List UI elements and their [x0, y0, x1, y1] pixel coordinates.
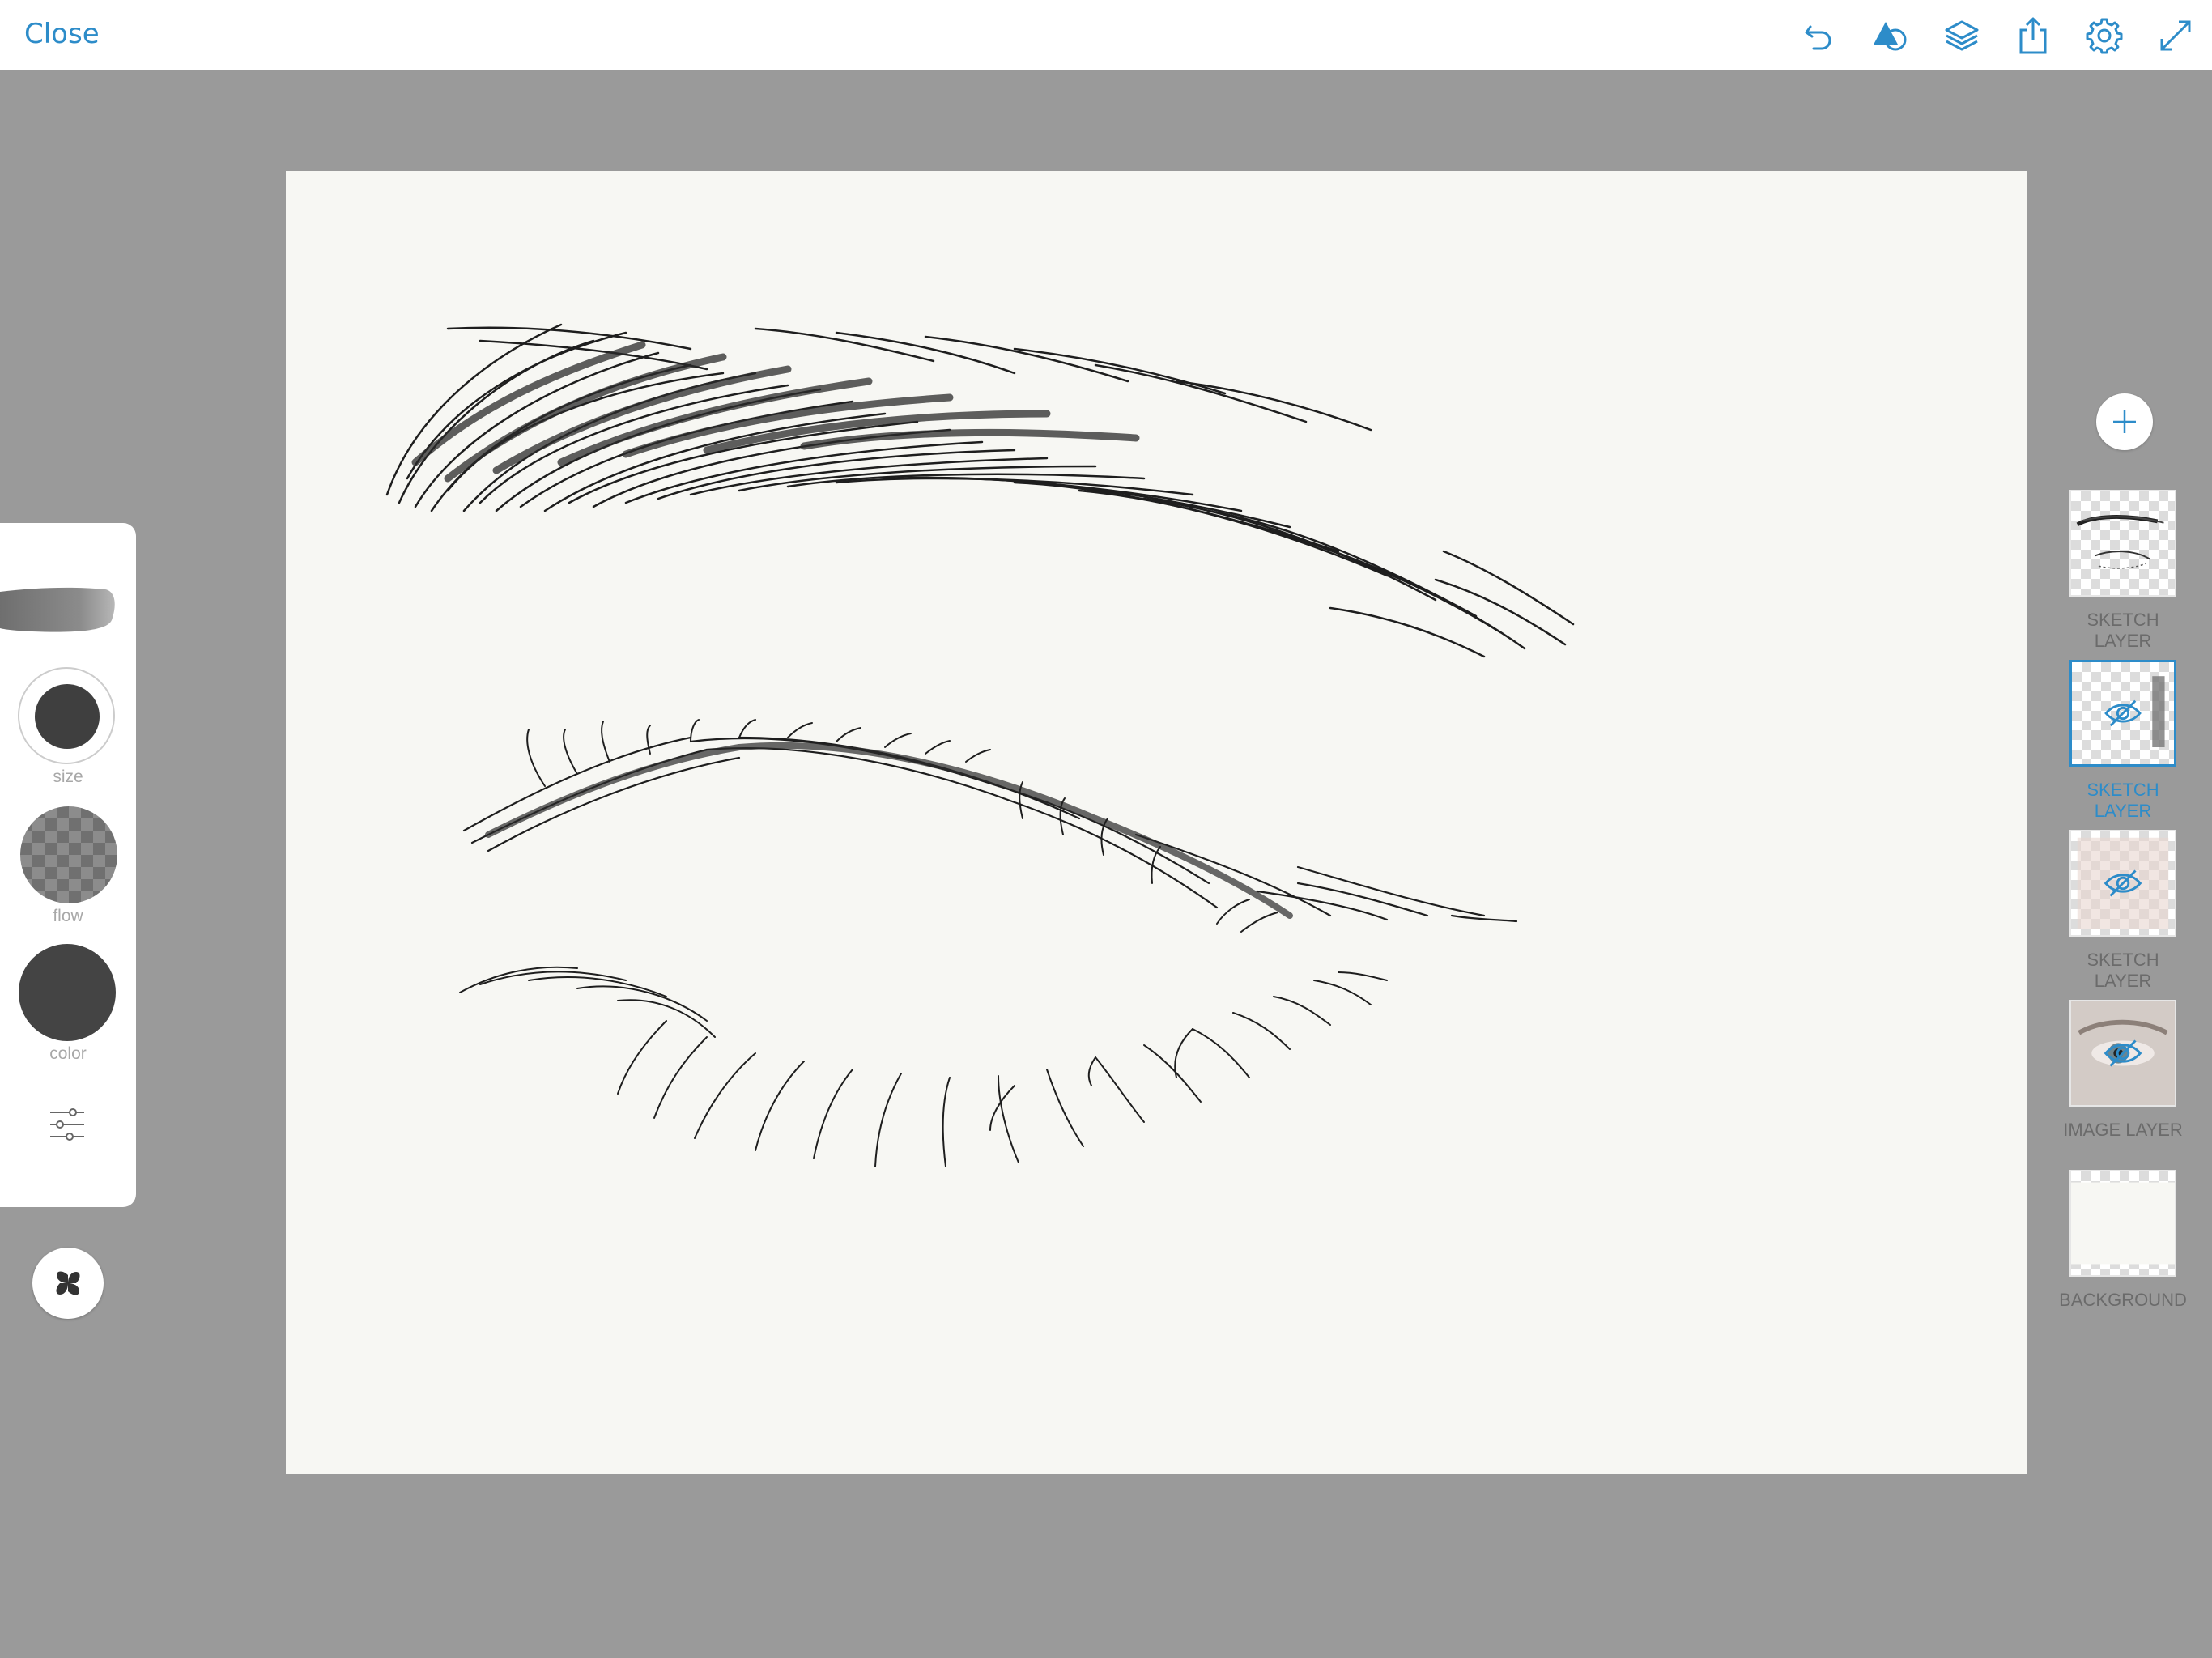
color-label: color [49, 1044, 87, 1063]
drawing-canvas[interactable] [286, 171, 2027, 1474]
brush-size-indicator [35, 684, 100, 749]
undo-icon[interactable] [1799, 15, 1840, 56]
upper-lash-shading [485, 742, 1293, 919]
eye-sketch-artwork [385, 323, 1575, 1167]
layer-thumbnail-sketch-2[interactable] [2069, 660, 2176, 767]
layer-label-4: IMAGE LAYER [2063, 1120, 2183, 1140]
lower-lash-strokes [459, 966, 1388, 1167]
layer-thumbnail-sketch-1[interactable] [2069, 490, 2176, 597]
layers-icon[interactable] [1942, 15, 1982, 56]
shapes-icon[interactable] [1870, 15, 1911, 56]
hidden-eye-icon[interactable] [2104, 699, 2142, 727]
brush-settings-sliders-icon[interactable] [47, 1104, 87, 1145]
close-button[interactable]: Close [24, 18, 100, 50]
plus-icon [2113, 410, 2136, 433]
top-toolbar: Close [0, 0, 2212, 70]
upper-lash-strokes [462, 736, 1518, 923]
brush-flow-control[interactable] [20, 806, 117, 903]
flow-label: flow [53, 907, 83, 925]
layer-label-3: SKETCH LAYER [2087, 950, 2159, 991]
eyebrow-thumbnail-art [2076, 515, 2164, 569]
layer-label-2: SKETCH LAYER [2087, 780, 2159, 821]
brush-preview[interactable] [0, 580, 117, 644]
pinwheel-icon [56, 1271, 80, 1295]
share-icon[interactable] [2013, 15, 2053, 56]
brush-color-swatch[interactable] [19, 944, 116, 1041]
layer-thumbnail-image[interactable] [2069, 1000, 2176, 1107]
layer-thumbnail-sketch-3[interactable] [2069, 830, 2176, 937]
size-label: size [53, 767, 83, 786]
tool-wheel-button[interactable] [32, 1248, 104, 1319]
layer-thumbnail-background[interactable] [2069, 1170, 2176, 1277]
add-layer-button[interactable] [2096, 393, 2153, 450]
layer-label-1: SKETCH LAYER [2087, 610, 2159, 651]
settings-icon[interactable] [2084, 15, 2125, 56]
fullscreen-icon[interactable] [2155, 15, 2196, 56]
brush-size-control[interactable] [18, 667, 115, 764]
layer-label-5: BACKGROUND [2059, 1290, 2187, 1310]
brush-panel: size flow color [0, 523, 136, 1207]
